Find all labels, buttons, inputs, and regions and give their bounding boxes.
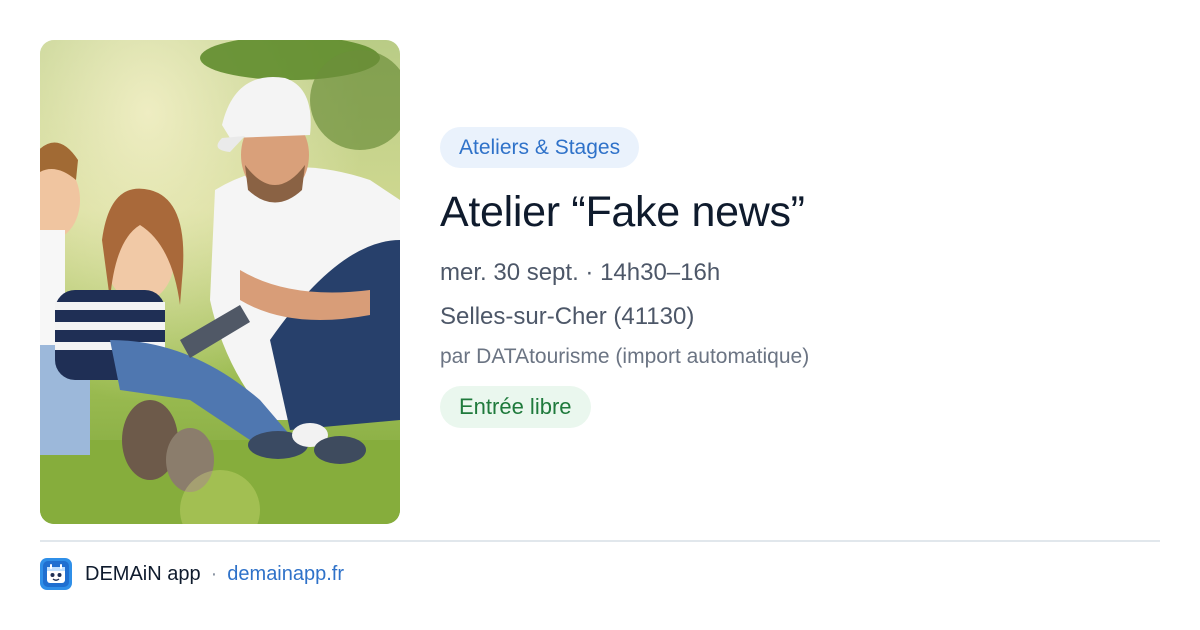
event-datetime: mer. 30 sept. · 14h30–16h	[440, 259, 721, 286]
event-location: Selles-sur-Cher (41130)	[440, 303, 695, 330]
demain-app-logo-icon[interactable]	[40, 558, 72, 590]
divider	[40, 540, 1160, 542]
event-photo	[40, 40, 400, 524]
footer: DEMAiN app · demainapp.fr	[40, 558, 344, 590]
event-card[interactable]: Ateliers & Stages Atelier “Fake news” me…	[0, 0, 1200, 630]
footer-separator: ·	[210, 562, 218, 585]
event-title[interactable]: Atelier “Fake news”	[440, 186, 1160, 238]
event-info: Ateliers & Stages Atelier “Fake news” me…	[440, 127, 1160, 428]
app-name: DEMAiN app	[85, 562, 201, 585]
app-url-link[interactable]: demainapp.fr	[227, 563, 344, 586]
price-badge: Entrée libre	[440, 386, 591, 428]
event-source: par DATAtourisme (import automatique)	[440, 345, 810, 368]
category-badge[interactable]: Ateliers & Stages	[440, 127, 640, 168]
